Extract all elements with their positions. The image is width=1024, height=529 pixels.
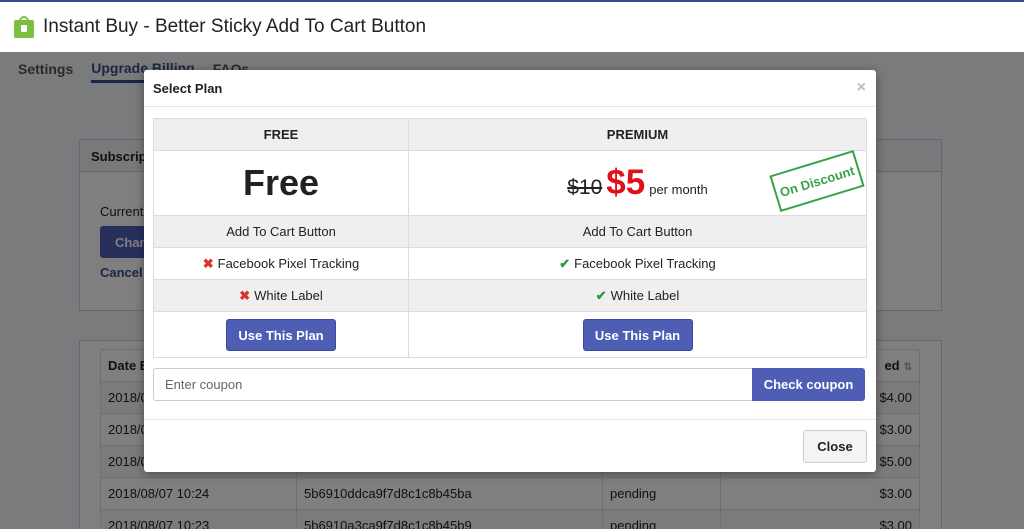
plan-names-row: FREE PREMIUM [153,118,867,151]
x-icon: ✖ [202,255,214,271]
modal-footer: Close [144,419,876,472]
close-button[interactable]: Close [803,430,867,463]
feature-label: Add To Cart Button [226,224,336,239]
select-plan-modal: Select Plan × FREE PREMIUM Free $10 $5 p… [144,70,876,472]
modal-header: Select Plan × [144,70,876,107]
free-price: Free [242,162,320,203]
feature-cell: Add To Cart Button [153,215,409,248]
use-free-plan-button[interactable]: Use This Plan [226,318,336,351]
feature-row: Add To Cart Button Add To Cart Button [153,215,867,248]
feature-cell: ✖ Facebook Pixel Tracking [153,247,409,280]
check-icon: ✔ [559,255,571,271]
premium-price: $10 $5 per month [567,163,708,203]
free-price-cell: Free [153,150,409,216]
old-price: $10 [567,176,603,199]
feature-cell: ✖ White Label [153,279,409,312]
plan-name-free: FREE [153,118,409,151]
feature-cell: Add To Cart Button [408,215,867,248]
price-period: per month [649,182,708,197]
plan-buttons-row: Use This Plan Use This Plan [153,311,867,358]
new-price: $5 [606,163,646,202]
modal-title: Select Plan [153,81,223,96]
premium-price-cell: $10 $5 per month On Discount [408,149,867,216]
check-icon: ✔ [595,287,607,303]
feature-label: Facebook Pixel Tracking [217,255,360,271]
plan-name-premium: PREMIUM [408,118,867,151]
app-title: Instant Buy - Better Sticky Add To Cart … [43,16,427,37]
plans-table: FREE PREMIUM Free $10 $5 per month On Di… [153,118,867,358]
close-icon[interactable]: × [857,79,866,97]
feature-label: Add To Cart Button [582,224,693,239]
feature-label: White Label [254,287,323,303]
plan-price-row: Free $10 $5 per month On Discount [153,149,867,216]
x-icon: ✖ [239,287,251,303]
feature-row: ✖ White Label ✔ White Label [153,279,867,312]
use-premium-plan-button[interactable]: Use This Plan [582,318,693,351]
feature-label: White Label [610,287,680,303]
feature-cell: ✔ Facebook Pixel Tracking [408,247,867,280]
check-coupon-button[interactable]: Check coupon [752,368,865,401]
shopping-bag-icon [14,16,34,38]
free-button-cell: Use This Plan [153,311,409,358]
feature-label: Facebook Pixel Tracking [574,255,716,271]
feature-row: ✖ Facebook Pixel Tracking ✔ Facebook Pixel… [153,247,867,280]
coupon-row: Check coupon [153,368,865,401]
coupon-input[interactable] [153,368,752,401]
discount-stamp: On Discount [769,149,865,213]
premium-button-cell: Use This Plan [408,311,867,358]
feature-cell: ✔ White Label [408,279,867,312]
app-header: Instant Buy - Better Sticky Add To Cart … [0,0,1024,52]
